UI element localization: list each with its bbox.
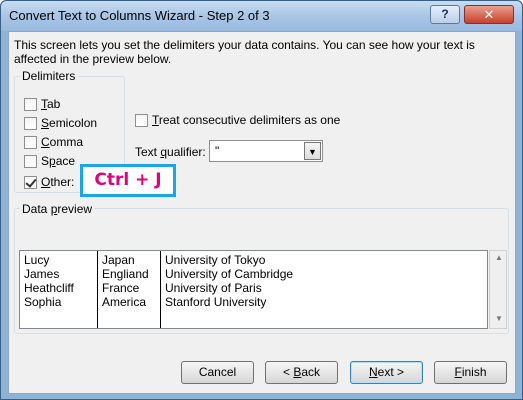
help-button[interactable]: ? xyxy=(430,5,460,24)
preview-cell: University of Paris xyxy=(165,281,262,295)
delimiters-label: Delimiters xyxy=(20,69,78,83)
comma-checkbox[interactable] xyxy=(24,135,37,149)
title-bar[interactable]: Convert Text to Columns Wizard - Step 2 … xyxy=(1,1,522,31)
preview-column-3[interactable]: University of Tokyo University of Cambrid… xyxy=(160,251,487,328)
text-qualifier-select[interactable]: " ▼ xyxy=(209,140,323,162)
other-label: Other: xyxy=(41,175,75,189)
dropdown-arrow-icon[interactable]: ▼ xyxy=(304,142,321,160)
preview-cell: Engliand xyxy=(102,267,149,281)
close-button[interactable]: ✕ xyxy=(464,5,514,24)
wizard-window: Convert Text to Columns Wizard - Step 2 … xyxy=(0,0,523,400)
preview-cell: Japan xyxy=(102,253,135,267)
cancel-button[interactable]: Cancel xyxy=(181,361,254,384)
scroll-up-icon[interactable]: ▲ xyxy=(492,253,506,265)
text-qualifier-label: Text qualifier: xyxy=(135,145,206,159)
preview-cell: France xyxy=(102,281,140,295)
other-checkbox[interactable] xyxy=(24,175,37,189)
next-button[interactable]: Next > xyxy=(350,361,423,384)
preview-cell: Lucy xyxy=(24,253,50,267)
consecutive-label: Treat consecutive delimiters as one xyxy=(152,113,341,127)
comma-checkbox-row[interactable]: Comma xyxy=(24,134,83,150)
semicolon-checkbox[interactable] xyxy=(24,116,37,130)
consecutive-checkbox[interactable] xyxy=(135,113,148,127)
preview-cell: America xyxy=(102,295,147,309)
preview-cell: Heathcliff xyxy=(24,281,74,295)
finish-button[interactable]: Finish xyxy=(434,361,507,384)
space-checkbox[interactable] xyxy=(24,154,37,168)
semicolon-label: Semicolon xyxy=(41,116,98,130)
preview-cell: James xyxy=(24,267,60,281)
preview-cell: University of Tokyo xyxy=(165,253,266,267)
preview-cell: Stanford University xyxy=(165,295,267,309)
back-button[interactable]: < Back xyxy=(265,361,338,384)
tab-checkbox-row[interactable]: Tab xyxy=(24,96,60,112)
window-title: Convert Text to Columns Wizard - Step 2 … xyxy=(9,8,270,23)
ctrl-j-annotation: Ctrl + J xyxy=(94,170,162,190)
preview-scrollbar[interactable]: ▲ ▼ xyxy=(489,250,507,329)
preview-column-2[interactable]: Japan Engliand France America xyxy=(97,251,160,328)
space-label: Space xyxy=(41,154,76,168)
comma-label: Comma xyxy=(41,135,84,149)
preview-column-1[interactable]: Lucy James Heathcliff Sophia xyxy=(20,251,97,328)
preview-cell: Sophia xyxy=(24,295,62,309)
data-preview-label: Data preview xyxy=(20,202,95,216)
dialog-client: This screen lets you set the delimiters … xyxy=(8,31,516,394)
tab-label: Tab xyxy=(41,97,61,111)
data-preview-box[interactable]: Lucy James Heathcliff Sophia Japan Engliand F… xyxy=(19,250,488,329)
scroll-down-icon[interactable]: ▼ xyxy=(492,314,506,326)
intro-text: This screen lets you set the delimiters … xyxy=(14,38,475,66)
space-checkbox-row[interactable]: Space xyxy=(24,153,75,169)
preview-cell: University of Cambridge xyxy=(165,267,294,281)
text-qualifier-value: " xyxy=(215,144,220,158)
semicolon-checkbox-row[interactable]: Semicolon xyxy=(24,115,97,131)
tab-checkbox[interactable] xyxy=(24,97,37,111)
other-checkbox-row[interactable]: Other: xyxy=(24,174,74,190)
consecutive-checkbox-row[interactable]: Treat consecutive delimiters as one xyxy=(135,112,340,128)
other-delimiter-input[interactable]: Ctrl + J xyxy=(80,164,176,197)
